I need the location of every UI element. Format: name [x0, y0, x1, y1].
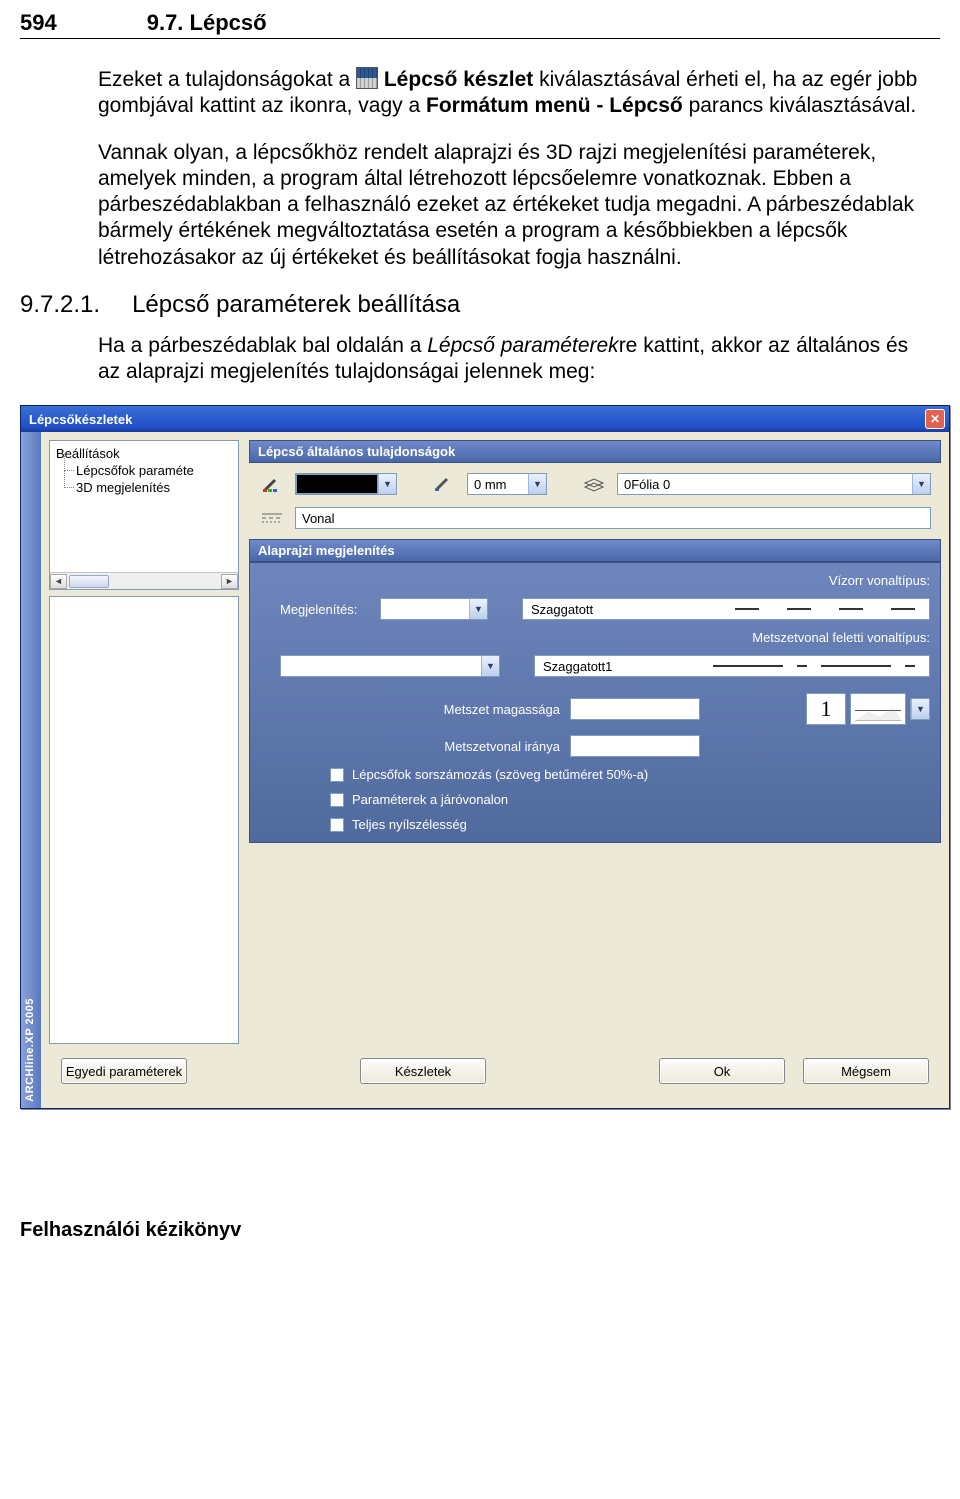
preview-combo[interactable]: ▼ — [910, 698, 930, 720]
tree-root[interactable]: Beállítások — [52, 445, 236, 462]
intro-paragraph-1: Ezeket a tulajdonságokat a Lépcső készle… — [98, 67, 920, 120]
custom-params-button[interactable]: Egyedi paraméterek — [61, 1058, 187, 1084]
settings-tree[interactable]: Beállítások Lépcsőfok paraméte 3D megjel… — [49, 440, 239, 590]
line-color-swatch[interactable]: ▼ — [295, 473, 397, 495]
stair-section-preview-icon — [850, 693, 906, 725]
params-on-walkline-checkbox[interactable] — [330, 793, 344, 807]
cut-height-label: Metszet magassága — [260, 702, 560, 717]
step-numbering-label: Lépcsőfok sorszámozás (szöveg betűméret … — [352, 767, 648, 782]
display-label: Megjelenítés: — [260, 602, 370, 617]
color-picker-icon[interactable] — [259, 473, 285, 495]
brand-rail: ARCHline.XP 2005 — [21, 432, 41, 1108]
tree-scrollbar[interactable]: ◄ ► — [50, 572, 238, 589]
full-opening-width-label: Teljes nyílszélesség — [352, 817, 467, 832]
chevron-down-icon[interactable]: ▼ — [481, 656, 499, 676]
dialog-titlebar[interactable]: Lépcsőkészletek ✕ — [21, 406, 949, 432]
line-type-field[interactable]: Vonal — [295, 507, 931, 529]
intro-paragraph-2: Vannak olyan, a lépcsőkhöz rendelt alapr… — [98, 140, 920, 271]
above-cut-linetype-swatch[interactable]: Szaggatott1 — [534, 655, 930, 677]
sets-button[interactable]: Készletek — [360, 1058, 486, 1084]
section-general-props: Lépcső általános tulajdonságok — [249, 440, 941, 463]
section-heading: 9.7.2.1. Lépcső paraméterek beállítása — [20, 291, 940, 319]
scroll-left-icon[interactable]: ◄ — [50, 574, 67, 589]
cut-height-input[interactable]: 1 m — [570, 698, 700, 720]
chevron-down-icon[interactable]: ▼ — [912, 474, 930, 494]
tree-item-3d-display[interactable]: 3D megjelenítés — [62, 479, 236, 496]
scroll-thumb[interactable] — [69, 575, 109, 588]
cut-direction-label: Metszetvonal iránya — [260, 739, 560, 754]
layer-combo[interactable]: 0Fólia 0 ▼ — [617, 473, 931, 495]
chevron-down-icon[interactable]: ▼ — [469, 599, 487, 619]
above-cut-label: Metszetvonal feletti vonaltípus: — [260, 630, 930, 645]
full-opening-width-checkbox[interactable] — [330, 818, 344, 832]
tree-item-step-params[interactable]: Lépcsőfok paraméte — [62, 462, 236, 479]
page-header: 594 9.7. Lépcső — [20, 10, 940, 39]
page-title: 9.7. Lépcső — [147, 10, 267, 36]
chevron-down-icon[interactable]: ▼ — [911, 699, 929, 719]
footer-text: Felhasználói kézikönyv — [0, 1219, 960, 1242]
step-numbering-checkbox[interactable] — [330, 768, 344, 782]
layer-icon — [581, 473, 607, 495]
stair-sets-dialog: Lépcsőkészletek ✕ ARCHline.XP 2005 Beáll… — [20, 405, 950, 1109]
line-width-combo[interactable]: 0 mm ▼ — [467, 473, 547, 495]
stair-icon — [356, 67, 378, 89]
section-floorplan-display: Alaprajzi megjelenítés — [249, 539, 941, 562]
section-intro: Ha a párbeszédablak bal oldalán a Lépcső… — [98, 333, 920, 386]
line-type-icon — [259, 507, 285, 529]
stair-number-preview: 1 — [806, 693, 846, 725]
scroll-right-icon[interactable]: ► — [221, 574, 238, 589]
chevron-down-icon[interactable]: ▼ — [528, 474, 546, 494]
preview-list[interactable] — [49, 596, 239, 1044]
cancel-button[interactable]: Mégsem — [803, 1058, 929, 1084]
params-on-walkline-label: Paraméterek a járóvonalon — [352, 792, 508, 807]
display-combo[interactable]: Végig ▼ — [380, 598, 488, 620]
line-width-icon — [431, 473, 457, 495]
close-icon[interactable]: ✕ — [925, 409, 945, 429]
cut-direction-input[interactable]: 10 ° — [570, 735, 700, 757]
above-cut-mode-combo[interactable]: Metszetvonal felett szaggatott ▼ — [280, 655, 500, 677]
horiz-linetype-label: Vízorr vonaltípus: — [260, 573, 930, 588]
ok-button[interactable]: Ok — [659, 1058, 785, 1084]
dialog-title: Lépcsőkészletek — [29, 412, 132, 427]
horiz-linetype-swatch[interactable]: Szaggatott — [522, 598, 930, 620]
page-number: 594 — [20, 10, 57, 36]
